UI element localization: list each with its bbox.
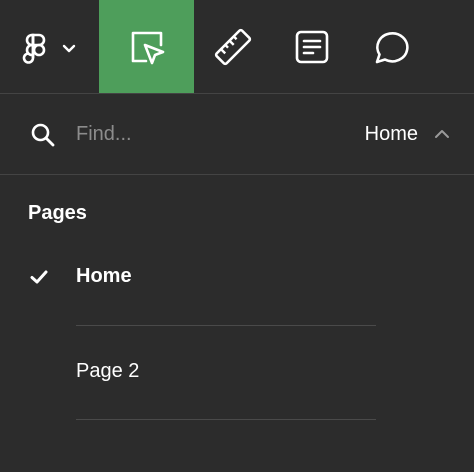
- notes-tool-button[interactable]: [275, 0, 349, 93]
- checkmark-icon: [30, 270, 48, 284]
- comment-tool-button[interactable]: [353, 0, 427, 93]
- figma-logo-icon: [22, 33, 76, 64]
- divider: [76, 419, 376, 420]
- ruler-icon: [214, 28, 252, 65]
- page-item-home[interactable]: Home: [0, 252, 474, 302]
- find-bar: Home: [0, 94, 474, 175]
- current-page-dropdown[interactable]: Home: [365, 116, 450, 152]
- pages-section-header: Pages: [28, 202, 87, 224]
- page-item-page-2[interactable]: Page 2: [0, 347, 474, 397]
- current-page-label: Home: [364, 122, 418, 145]
- ruler-tool-button[interactable]: [196, 0, 270, 93]
- page-item-label: Page 2: [76, 360, 140, 382]
- divider: [76, 325, 376, 326]
- comment-bubble-icon: [375, 31, 409, 63]
- page-item-label: Home: [76, 265, 132, 287]
- toolbar: [0, 0, 474, 94]
- find-input[interactable]: [76, 118, 326, 150]
- chevron-up-icon: [435, 130, 449, 138]
- search-icon: [31, 123, 55, 147]
- select-tool-button[interactable]: [99, 0, 194, 93]
- cursor-select-icon: [131, 31, 164, 64]
- chevron-down-icon: [62, 44, 76, 52]
- figma-mobile-pages-panel: Home Pages Home Page 2: [0, 0, 474, 472]
- document-notes-icon: [295, 30, 329, 63]
- main-menu-button[interactable]: [14, 0, 84, 93]
